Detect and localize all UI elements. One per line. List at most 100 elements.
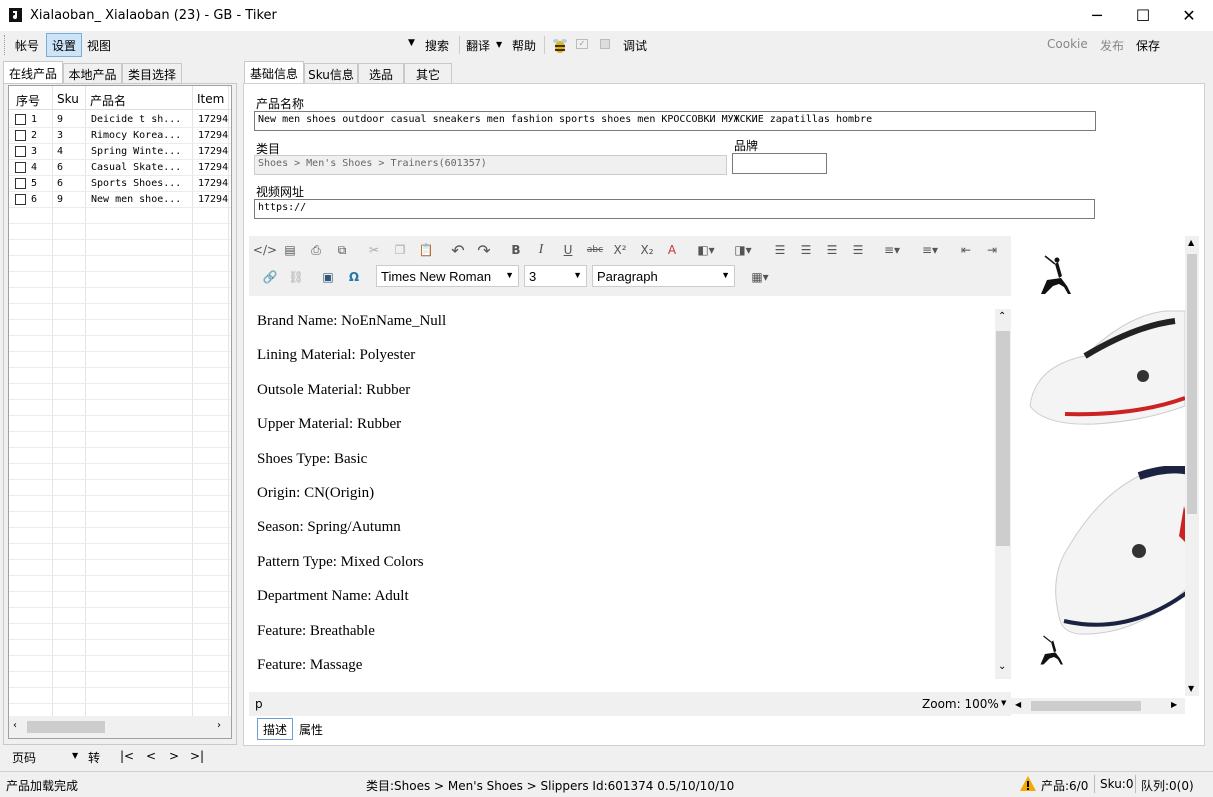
paste-icon[interactable]: 📋 [415, 239, 437, 261]
minimize-button[interactable]: ─ [1074, 0, 1120, 31]
clear-format-icon[interactable]: A [661, 239, 683, 261]
scroll-right-icon[interactable]: › [217, 720, 221, 731]
category-field[interactable]: Shoes > Men's Shoes > Trainers(601357) [254, 155, 727, 175]
scroll-up-icon[interactable]: ⌃ [998, 311, 1006, 322]
dropdown-arrow-icon[interactable]: ▼ [408, 38, 415, 48]
outdent-icon[interactable]: ⇤ [955, 239, 977, 261]
menu-translate[interactable]: 翻译 [466, 37, 490, 54]
page-dropdown-icon[interactable]: ▼ [72, 751, 78, 760]
numbered-list-icon[interactable]: ≡▾ [881, 239, 903, 261]
product-name-input[interactable]: New men shoes outdoor casual sneakers me… [254, 111, 1096, 131]
unlink-icon[interactable]: ⛓ [285, 266, 307, 288]
row-checkbox[interactable] [15, 194, 26, 205]
font-size-select[interactable]: 3 ▼ [524, 265, 587, 287]
cut-icon[interactable]: ✂ [363, 239, 385, 261]
prev-page-button[interactable]: < [146, 749, 156, 763]
block-format-select[interactable]: Paragraph ▼ [592, 265, 735, 287]
tab-local-products[interactable]: 本地产品 [63, 63, 122, 84]
tab-category-select[interactable]: 类目选择 [122, 63, 182, 84]
source-code-icon[interactable]: </> [253, 239, 277, 261]
bold-icon[interactable]: B [505, 239, 527, 261]
scroll-thumb[interactable] [1031, 701, 1141, 711]
next-page-button[interactable]: > [169, 749, 179, 763]
scroll-thumb[interactable] [996, 331, 1010, 546]
link-icon[interactable]: 🔗 [259, 266, 281, 288]
subscript-icon[interactable]: X₂ [636, 239, 658, 261]
align-center-icon[interactable]: ☰ [795, 239, 817, 261]
scroll-up-icon[interactable]: ▲ [1188, 238, 1194, 247]
tab-description[interactable]: 描述 [257, 718, 293, 740]
scroll-left-icon[interactable]: ◀ [1015, 700, 1021, 709]
table-row[interactable]: 3 4 Spring Winte... 17294 [9, 144, 231, 160]
undo-icon[interactable]: ↶ [447, 239, 469, 261]
zoom-level[interactable]: Zoom: 100% [922, 697, 999, 711]
header-sku[interactable]: Sku [57, 92, 79, 106]
tab-attributes[interactable]: 属性 [299, 721, 323, 738]
justify-icon[interactable]: ☰ [847, 239, 869, 261]
table-row[interactable]: 6 9 New men shoe... 17294 [9, 192, 231, 208]
underline-icon[interactable]: U [557, 239, 579, 261]
cookie-button[interactable]: Cookie [1047, 37, 1088, 51]
go-button[interactable]: 转 [88, 749, 100, 766]
row-checkbox[interactable] [15, 114, 26, 125]
special-char-icon[interactable]: Ω [343, 266, 365, 288]
background-color-icon[interactable]: ◨▾ [732, 239, 754, 261]
indent-icon[interactable]: ⇥ [981, 239, 1003, 261]
image-horizontal-scrollbar[interactable]: ◀ ▶ [1011, 698, 1185, 714]
template-icon[interactable]: ▤ [279, 239, 301, 261]
row-checkbox[interactable] [15, 178, 26, 189]
align-right-icon[interactable]: ☰ [821, 239, 843, 261]
bee-icon[interactable] [551, 35, 569, 55]
horizontal-scrollbar[interactable]: ‹ › [9, 716, 231, 738]
header-item[interactable]: Item [197, 92, 224, 106]
superscript-icon[interactable]: X² [609, 239, 631, 261]
checkbox-icon[interactable]: ✓ [576, 39, 588, 49]
save-button[interactable]: 保存 [1136, 37, 1160, 54]
strikethrough-icon[interactable]: abc [584, 239, 606, 261]
bullet-list-icon[interactable]: ≡▾ [919, 239, 941, 261]
last-page-button[interactable]: >| [190, 749, 204, 763]
align-left-icon[interactable]: ☰ [769, 239, 791, 261]
font-family-select[interactable]: Times New Roman ▼ [376, 265, 519, 287]
italic-icon[interactable]: I [530, 239, 552, 261]
text-color-icon[interactable]: ◧▾ [695, 239, 717, 261]
scroll-thumb[interactable] [27, 721, 105, 733]
preview-icon[interactable]: ⧉ [331, 239, 353, 261]
table-icon[interactable]: ▦▾ [749, 266, 771, 288]
copy-icon[interactable]: ❐ [389, 239, 411, 261]
maximize-button[interactable]: ☐ [1120, 0, 1166, 31]
editor-content[interactable]: Brand Name: NoEnName_Null Lining Material… [249, 297, 995, 691]
close-button[interactable]: ✕ [1166, 0, 1212, 31]
row-checkbox[interactable] [15, 130, 26, 141]
menu-settings[interactable]: 设置 [46, 33, 82, 57]
editor-vertical-scrollbar[interactable]: ⌃ ⌄ [995, 309, 1011, 679]
table-row[interactable]: 5 6 Sports Shoes... 17294 [9, 176, 231, 192]
square-icon[interactable] [600, 39, 610, 49]
scroll-down-icon[interactable]: ⌄ [998, 661, 1006, 672]
first-page-button[interactable]: |< [120, 749, 134, 763]
table-row[interactable]: 2 3 Rimocy Korea... 17294 [9, 128, 231, 144]
header-name[interactable]: 产品名 [90, 92, 126, 109]
header-no[interactable]: 序号 [16, 92, 40, 109]
tab-selection[interactable]: 选品 [358, 63, 404, 84]
menu-help[interactable]: 帮助 [512, 37, 536, 54]
table-row[interactable]: 1 9 Deicide t sh... 17294 [9, 112, 231, 128]
menu-search[interactable]: 搜索 [425, 37, 449, 54]
warning-icon[interactable] [1020, 776, 1036, 791]
tab-basic-info[interactable]: 基础信息 [244, 61, 304, 84]
table-row[interactable]: 4 6 Casual Skate... 17294 [9, 160, 231, 176]
menu-view[interactable]: 视图 [87, 37, 111, 54]
zoom-dropdown-icon[interactable]: ▼ [1001, 699, 1006, 707]
image-vertical-scrollbar[interactable]: ▲ ▼ [1185, 236, 1199, 696]
tab-other[interactable]: 其它 [404, 63, 452, 84]
scroll-down-icon[interactable]: ▼ [1188, 684, 1194, 693]
tab-sku-info[interactable]: Sku信息 [304, 63, 358, 84]
print-icon[interactable]: ⎙ [305, 239, 327, 261]
menu-debug[interactable]: 调试 [623, 37, 647, 54]
brand-input[interactable] [732, 153, 827, 174]
row-checkbox[interactable] [15, 146, 26, 157]
menu-account[interactable]: 帐号 [15, 37, 39, 54]
video-url-input[interactable]: https:// [254, 199, 1095, 219]
publish-button[interactable]: 发布 [1100, 37, 1124, 54]
scroll-thumb[interactable] [1187, 254, 1197, 514]
